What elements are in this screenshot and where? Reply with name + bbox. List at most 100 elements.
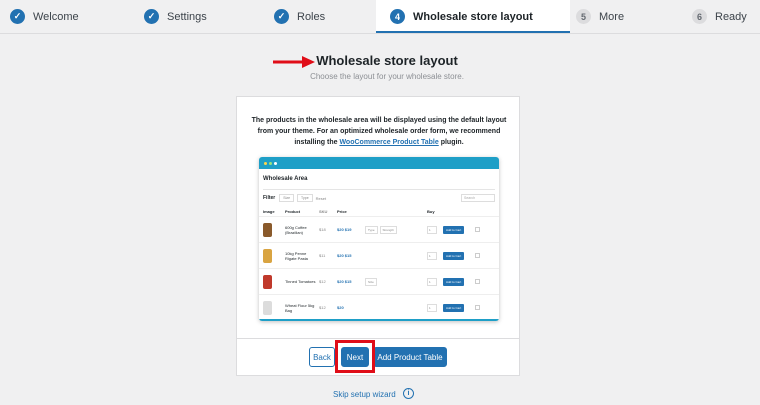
product-options: Type Strength	[365, 225, 427, 234]
step-wholesale-store-layout[interactable]: 4 Wholesale store layout	[376, 0, 570, 33]
preview-bottom-border	[259, 319, 499, 321]
add-to-cart-button: Add to Cart	[443, 252, 465, 260]
filter-label: Filter	[263, 195, 276, 201]
qty-input: 1	[427, 225, 437, 234]
stepper-divider	[0, 33, 760, 34]
col-price: Price	[337, 208, 347, 214]
table-row: Tinned Tomatoes $12 $20 $15 Size 1 Add t…	[259, 268, 499, 294]
step-number: 4	[390, 9, 405, 24]
add-cell: Add to Cart	[443, 304, 473, 312]
step-number: 5	[576, 9, 591, 24]
qty-cell: 1	[427, 303, 443, 312]
row-checkbox	[475, 227, 480, 232]
page-subtitle: Choose the layout for your wholesale sto…	[310, 72, 464, 81]
add-cell: Add to Cart	[443, 226, 473, 234]
filter-reset: Reset	[315, 195, 327, 201]
preview-title: Wholesale Area	[263, 176, 308, 182]
product-sku: $18	[319, 227, 326, 232]
option-strength: Strength	[379, 225, 397, 234]
step-welcome[interactable]: ✓ Welcome	[0, 0, 120, 33]
product-sku: $12	[319, 279, 326, 284]
layout-card: The products in the wholesale area will …	[236, 96, 520, 376]
add-to-cart-button: Add to Cart	[443, 226, 465, 234]
thumb-cell	[263, 274, 285, 289]
product-name: 10kg Penne Rigate Pasta	[285, 250, 308, 261]
step-label: Welcome	[33, 10, 79, 23]
preview-search-input: Search	[461, 194, 495, 202]
product-price: $20 $19	[337, 227, 352, 232]
row-checkbox	[475, 253, 480, 258]
option-size: Size	[365, 277, 377, 286]
preview-filter-bar: Filter Size Type Reset Search	[259, 190, 499, 206]
check-icon: ✓	[274, 9, 289, 24]
window-dot-icon	[264, 161, 267, 165]
row-checkbox	[475, 279, 480, 284]
product-table-preview: Wholesale Area Filter Size Type Reset Se…	[259, 157, 499, 321]
add-cell: Add to Cart	[443, 252, 473, 260]
table-row: 10kg Penne Rigate Pasta $11 $20 $15 1 Ad…	[259, 242, 499, 268]
product-options: Size	[365, 277, 427, 286]
thumb-cell	[263, 248, 285, 263]
woocommerce-product-table-link[interactable]: WooCommerce Product Table	[339, 139, 438, 146]
next-highlight-box	[335, 340, 375, 373]
product-name: 600g Coffee (Brazilian)	[285, 224, 307, 235]
qty-cell: 1	[427, 277, 443, 286]
window-dot-icon	[269, 161, 272, 165]
preview-toolbar	[259, 157, 499, 169]
step-more[interactable]: 5 More	[570, 0, 688, 33]
add-product-table-button[interactable]: Add Product Table	[373, 347, 447, 367]
card-divider	[237, 338, 519, 339]
qty-input: 1	[427, 251, 437, 260]
step-ready[interactable]: 6 Ready	[688, 0, 760, 33]
table-row: 600g Coffee (Brazilian) $18 $20 $19 Type…	[259, 216, 499, 242]
window-dot-icon	[274, 161, 277, 165]
option-type: Type	[365, 225, 378, 234]
product-thumb	[263, 222, 272, 237]
step-number: 6	[692, 9, 707, 24]
setup-stepper: ✓ Welcome ✓ Settings ✓ Roles 4 Wholesale…	[0, 0, 760, 33]
step-label: Settings	[167, 10, 207, 23]
add-to-cart-button: Add to Cart	[443, 304, 465, 312]
intro-suffix: plugin.	[438, 139, 464, 146]
add-cell: Add to Cart	[443, 278, 473, 286]
product-name: Wheat Flour 5kg Bag	[285, 302, 315, 313]
step-settings[interactable]: ✓ Settings	[120, 0, 248, 33]
step-roles[interactable]: ✓ Roles	[248, 0, 376, 33]
filter-type-select: Type	[297, 194, 313, 202]
preview-table-header: Image Product SKU Price Buy	[259, 206, 499, 216]
product-price: $20 $15	[337, 279, 352, 284]
product-sku: $12	[319, 305, 326, 310]
product-sku: $11	[319, 253, 326, 258]
step-label: Roles	[297, 10, 326, 23]
back-button[interactable]: Back	[309, 347, 335, 367]
step-label: More	[599, 10, 625, 23]
product-name: Tinned Tomatoes	[285, 279, 316, 284]
qty-cell: 1	[427, 225, 443, 234]
col-sku: SKU	[319, 208, 328, 214]
thumb-cell	[263, 300, 285, 315]
page-title: Wholesale store layout	[316, 53, 458, 68]
qty-input: 1	[427, 277, 437, 286]
table-row: Wheat Flour 5kg Bag $12 $20 1 Add to Car…	[259, 294, 499, 320]
intro-text: The products in the wholesale area will …	[249, 115, 509, 148]
qty-input: 1	[427, 303, 437, 312]
filter-size-select: Size	[279, 194, 295, 202]
row-checkbox	[475, 305, 480, 310]
check-icon: ✓	[144, 9, 159, 24]
check-icon: ✓	[10, 9, 25, 24]
product-price: $20	[337, 305, 344, 310]
product-price: $20 $15	[337, 253, 352, 258]
col-product: Product	[285, 208, 301, 214]
product-thumb	[263, 300, 272, 315]
step-label: Ready	[715, 10, 747, 23]
col-buy: Buy	[427, 208, 435, 214]
add-to-cart-button: Add to Cart	[443, 278, 465, 286]
col-image: Image	[263, 208, 275, 214]
info-icon[interactable]: i	[403, 388, 414, 399]
product-thumb	[263, 248, 272, 263]
thumb-cell	[263, 222, 285, 237]
qty-cell: 1	[427, 251, 443, 260]
skip-setup-wizard-link[interactable]: Skip setup wizard	[333, 390, 396, 399]
product-thumb	[263, 274, 272, 289]
step-label: Wholesale store layout	[413, 10, 533, 23]
